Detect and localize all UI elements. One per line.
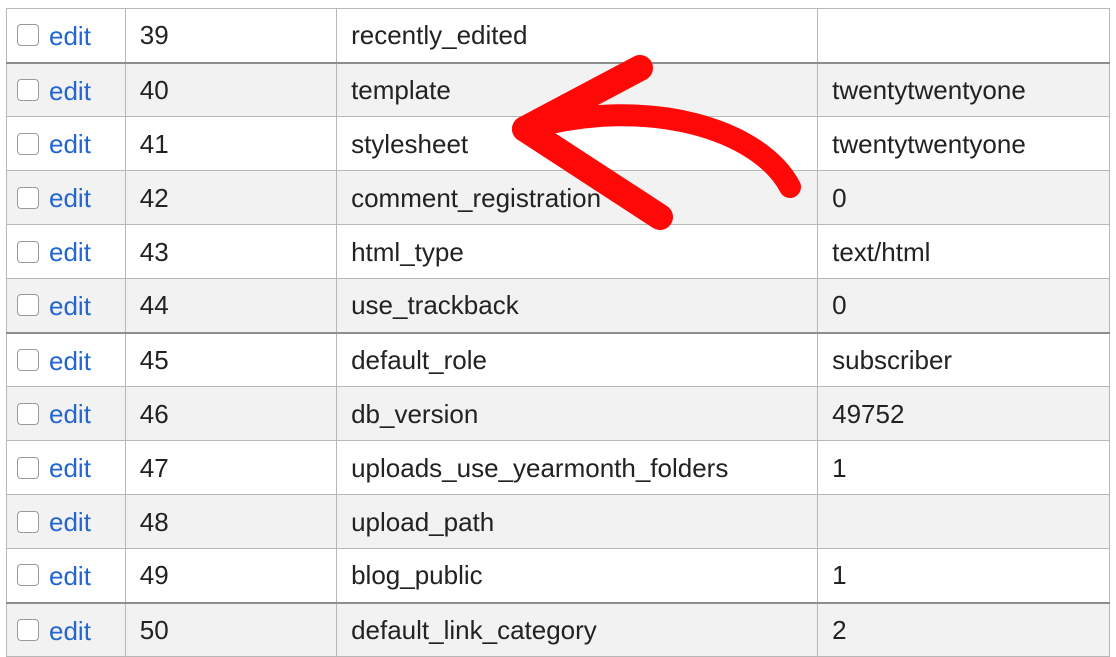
option-name: default_role [337,333,818,387]
row-action-cell: edit [7,495,126,549]
row-checkbox[interactable] [17,294,39,316]
row-action-cell: edit [7,441,126,495]
edit-link[interactable]: edit [49,76,91,106]
edit-link[interactable]: edit [49,238,91,268]
option-id: 39 [125,9,336,63]
option-id: 43 [125,225,336,279]
option-name: html_type [337,225,818,279]
edit-link[interactable]: edit [49,616,91,646]
option-value [818,495,1110,549]
option-id: 40 [125,63,336,117]
option-value: 0 [818,171,1110,225]
row-action-cell: edit [7,63,126,117]
edit-link[interactable]: edit [49,130,91,160]
option-name: recently_edited [337,9,818,63]
option-id: 48 [125,495,336,549]
option-value: 0 [818,279,1110,333]
option-name: upload_path [337,495,818,549]
table-row: edit 42comment_registration0 [7,171,1110,225]
option-value: twentytwentyone [818,117,1110,171]
row-checkbox[interactable] [17,79,39,101]
edit-link[interactable]: edit [49,291,91,321]
row-checkbox[interactable] [17,619,39,641]
row-checkbox[interactable] [17,133,39,155]
option-id: 46 [125,387,336,441]
row-checkbox[interactable] [17,511,39,533]
option-id: 42 [125,171,336,225]
option-id: 50 [125,603,336,657]
option-name: comment_registration [337,171,818,225]
table-row: edit 43html_typetext/html [7,225,1110,279]
option-name: default_link_category [337,603,818,657]
row-action-cell: edit [7,603,126,657]
edit-link[interactable]: edit [49,184,91,214]
row-action-cell: edit [7,549,126,603]
table-row: edit 40templatetwentytwentyone [7,63,1110,117]
table-row: edit 48upload_path [7,495,1110,549]
row-action-cell: edit [7,117,126,171]
row-checkbox[interactable] [17,564,39,586]
row-action-cell: edit [7,225,126,279]
table-row: edit 39recently_edited [7,9,1110,63]
row-action-cell: edit [7,279,126,333]
option-value: twentytwentyone [818,63,1110,117]
row-action-cell: edit [7,333,126,387]
option-value: 1 [818,549,1110,603]
option-name: template [337,63,818,117]
option-value: 49752 [818,387,1110,441]
edit-link[interactable]: edit [49,454,91,484]
table-row: edit 41stylesheettwentytwentyone [7,117,1110,171]
option-id: 47 [125,441,336,495]
row-action-cell: edit [7,171,126,225]
row-action-cell: edit [7,9,126,63]
row-checkbox[interactable] [17,187,39,209]
edit-link[interactable]: edit [49,400,91,430]
table-row: edit 46db_version49752 [7,387,1110,441]
table-row: edit 44use_trackback0 [7,279,1110,333]
row-checkbox[interactable] [17,241,39,263]
option-value: text/html [818,225,1110,279]
option-name: db_version [337,387,818,441]
option-value: subscriber [818,333,1110,387]
row-action-cell: edit [7,387,126,441]
table-row: edit 45default_rolesubscriber [7,333,1110,387]
table-row: edit 49blog_public1 [7,549,1110,603]
edit-link[interactable]: edit [49,508,91,538]
option-name: use_trackback [337,279,818,333]
option-value: 2 [818,603,1110,657]
row-checkbox[interactable] [17,457,39,479]
edit-link[interactable]: edit [49,561,91,591]
option-id: 44 [125,279,336,333]
table-row: edit 47uploads_use_yearmonth_folders1 [7,441,1110,495]
options-table: edit39recently_editededit40templatetwent… [6,8,1110,657]
table-row: edit 50default_link_category2 [7,603,1110,657]
option-id: 41 [125,117,336,171]
option-value: 1 [818,441,1110,495]
edit-link[interactable]: edit [49,346,91,376]
row-checkbox[interactable] [17,349,39,371]
option-id: 45 [125,333,336,387]
option-name: blog_public [337,549,818,603]
options-table-wrap: edit39recently_editededit40templatetwent… [0,0,1116,657]
option-name: uploads_use_yearmonth_folders [337,441,818,495]
row-checkbox[interactable] [17,403,39,425]
option-id: 49 [125,549,336,603]
row-checkbox[interactable] [17,24,39,46]
option-value [818,9,1110,63]
option-name: stylesheet [337,117,818,171]
edit-link[interactable]: edit [49,21,91,51]
